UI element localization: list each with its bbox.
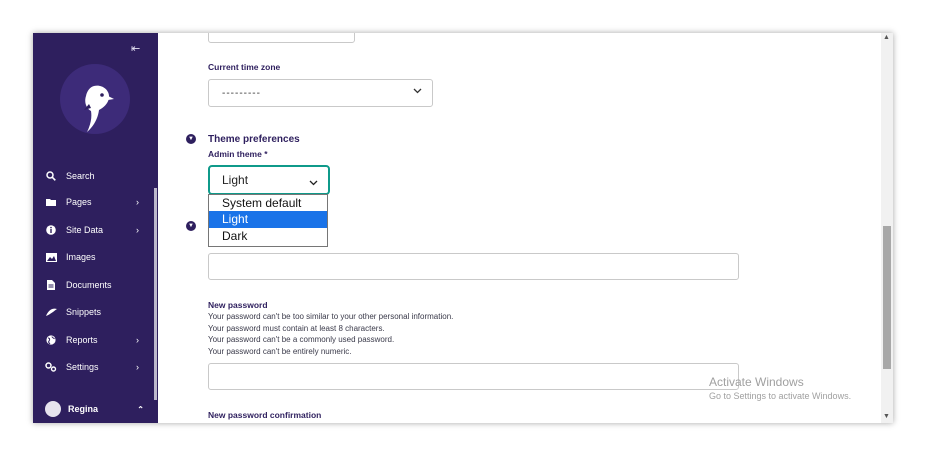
windows-activation-watermark: Activate Windows Go to Settings to activ… bbox=[709, 375, 851, 401]
admin-theme-select[interactable]: Light bbox=[208, 165, 330, 195]
admin-theme-dropdown: System default Light Dark bbox=[208, 194, 328, 247]
theme-option-system-default[interactable]: System default bbox=[209, 195, 327, 211]
sidebar-item-site-data[interactable]: Site Data › bbox=[33, 219, 155, 241]
admin-theme-label: Admin theme * bbox=[208, 149, 268, 159]
info-icon bbox=[45, 225, 57, 235]
globe-icon bbox=[45, 335, 57, 345]
sidebar-item-label: Snippets bbox=[66, 307, 102, 317]
user-account-menu[interactable]: Regina ⌃ bbox=[33, 395, 158, 423]
new-password-label: New password bbox=[208, 300, 268, 310]
chevron-right-icon: › bbox=[136, 225, 139, 235]
sidebar: ⇤ Search Pages › Site Data › Images Docu… bbox=[33, 33, 158, 423]
sidebar-item-reports[interactable]: Reports › bbox=[33, 329, 155, 351]
chevron-down-icon bbox=[413, 86, 422, 97]
sidebar-item-snippets[interactable]: Snippets bbox=[33, 301, 155, 323]
bird-logo-icon bbox=[84, 85, 114, 132]
scrollbar-thumb[interactable] bbox=[883, 226, 891, 369]
sidebar-item-label: Settings bbox=[66, 362, 99, 372]
timezone-label: Current time zone bbox=[208, 62, 281, 72]
chevron-right-icon: › bbox=[136, 335, 139, 345]
sidebar-item-search[interactable]: Search bbox=[33, 165, 155, 187]
sidebar-item-label: Reports bbox=[66, 335, 98, 345]
help-line: Your password must contain at least 8 ch… bbox=[208, 323, 385, 333]
wagtail-logo[interactable] bbox=[60, 64, 130, 134]
timezone-select[interactable]: --------- bbox=[208, 79, 433, 107]
document-icon bbox=[45, 280, 57, 290]
snippet-icon bbox=[45, 308, 57, 317]
sidebar-item-label: Search bbox=[66, 171, 95, 181]
chevron-up-icon[interactable]: ⌃ bbox=[137, 405, 144, 414]
sidebar-item-images[interactable]: Images bbox=[33, 246, 155, 268]
folder-icon bbox=[45, 198, 57, 207]
chevron-down-icon bbox=[309, 175, 318, 189]
sidebar-item-settings[interactable]: Settings › bbox=[33, 356, 155, 378]
avatar bbox=[45, 401, 61, 417]
watermark-title: Activate Windows bbox=[709, 375, 804, 389]
email-field[interactable] bbox=[208, 253, 739, 280]
help-line: Your password can't be a commonly used p… bbox=[208, 335, 395, 345]
sidebar-item-label: Documents bbox=[66, 280, 112, 290]
admin-theme-value: Light bbox=[222, 173, 249, 187]
sidebar-item-label: Site Data bbox=[66, 225, 104, 235]
sidebar-scrollbar[interactable] bbox=[154, 188, 157, 400]
chevron-right-icon: › bbox=[136, 197, 139, 207]
image-icon bbox=[45, 252, 57, 262]
scroll-up-arrow-icon[interactable]: ▲ bbox=[883, 34, 890, 41]
collapse-sidebar-icon[interactable]: ⇤ bbox=[131, 42, 140, 55]
section-collapse-icon[interactable]: ▼ bbox=[186, 134, 196, 144]
theme-option-light[interactable]: Light bbox=[209, 211, 327, 228]
chevron-right-icon: › bbox=[136, 362, 139, 372]
sidebar-item-label: Images bbox=[66, 252, 96, 262]
sidebar-item-label: Pages bbox=[66, 197, 92, 207]
theme-option-dark[interactable]: Dark bbox=[209, 228, 327, 244]
timezone-value: --------- bbox=[222, 87, 261, 99]
previous-field-input[interactable] bbox=[208, 33, 355, 43]
new-password-confirmation-label: New password confirmation bbox=[208, 410, 322, 420]
app-window: ⇤ Search Pages › Site Data › Images Docu… bbox=[33, 33, 893, 423]
sidebar-item-pages[interactable]: Pages › bbox=[33, 191, 155, 213]
help-line: Your password can't be entirely numeric. bbox=[208, 347, 352, 357]
watermark-subtitle: Go to Settings to activate Windows. bbox=[709, 391, 852, 401]
help-line: Your password can't be too similar to yo… bbox=[208, 312, 454, 321]
new-password-input[interactable] bbox=[208, 363, 739, 390]
user-name: Regina bbox=[68, 404, 99, 414]
sidebar-item-documents[interactable]: Documents bbox=[33, 274, 155, 296]
search-icon bbox=[45, 171, 57, 181]
new-password-help: Your password can't be too similar to yo… bbox=[208, 311, 453, 358]
scroll-down-arrow-icon[interactable]: ▼ bbox=[883, 413, 890, 420]
cogs-icon bbox=[45, 362, 57, 372]
theme-preferences-heading: Theme preferences bbox=[208, 134, 300, 145]
page-scrollbar[interactable]: ▲ ▼ bbox=[881, 33, 893, 423]
section-collapse-icon[interactable]: ▼ bbox=[186, 221, 196, 231]
